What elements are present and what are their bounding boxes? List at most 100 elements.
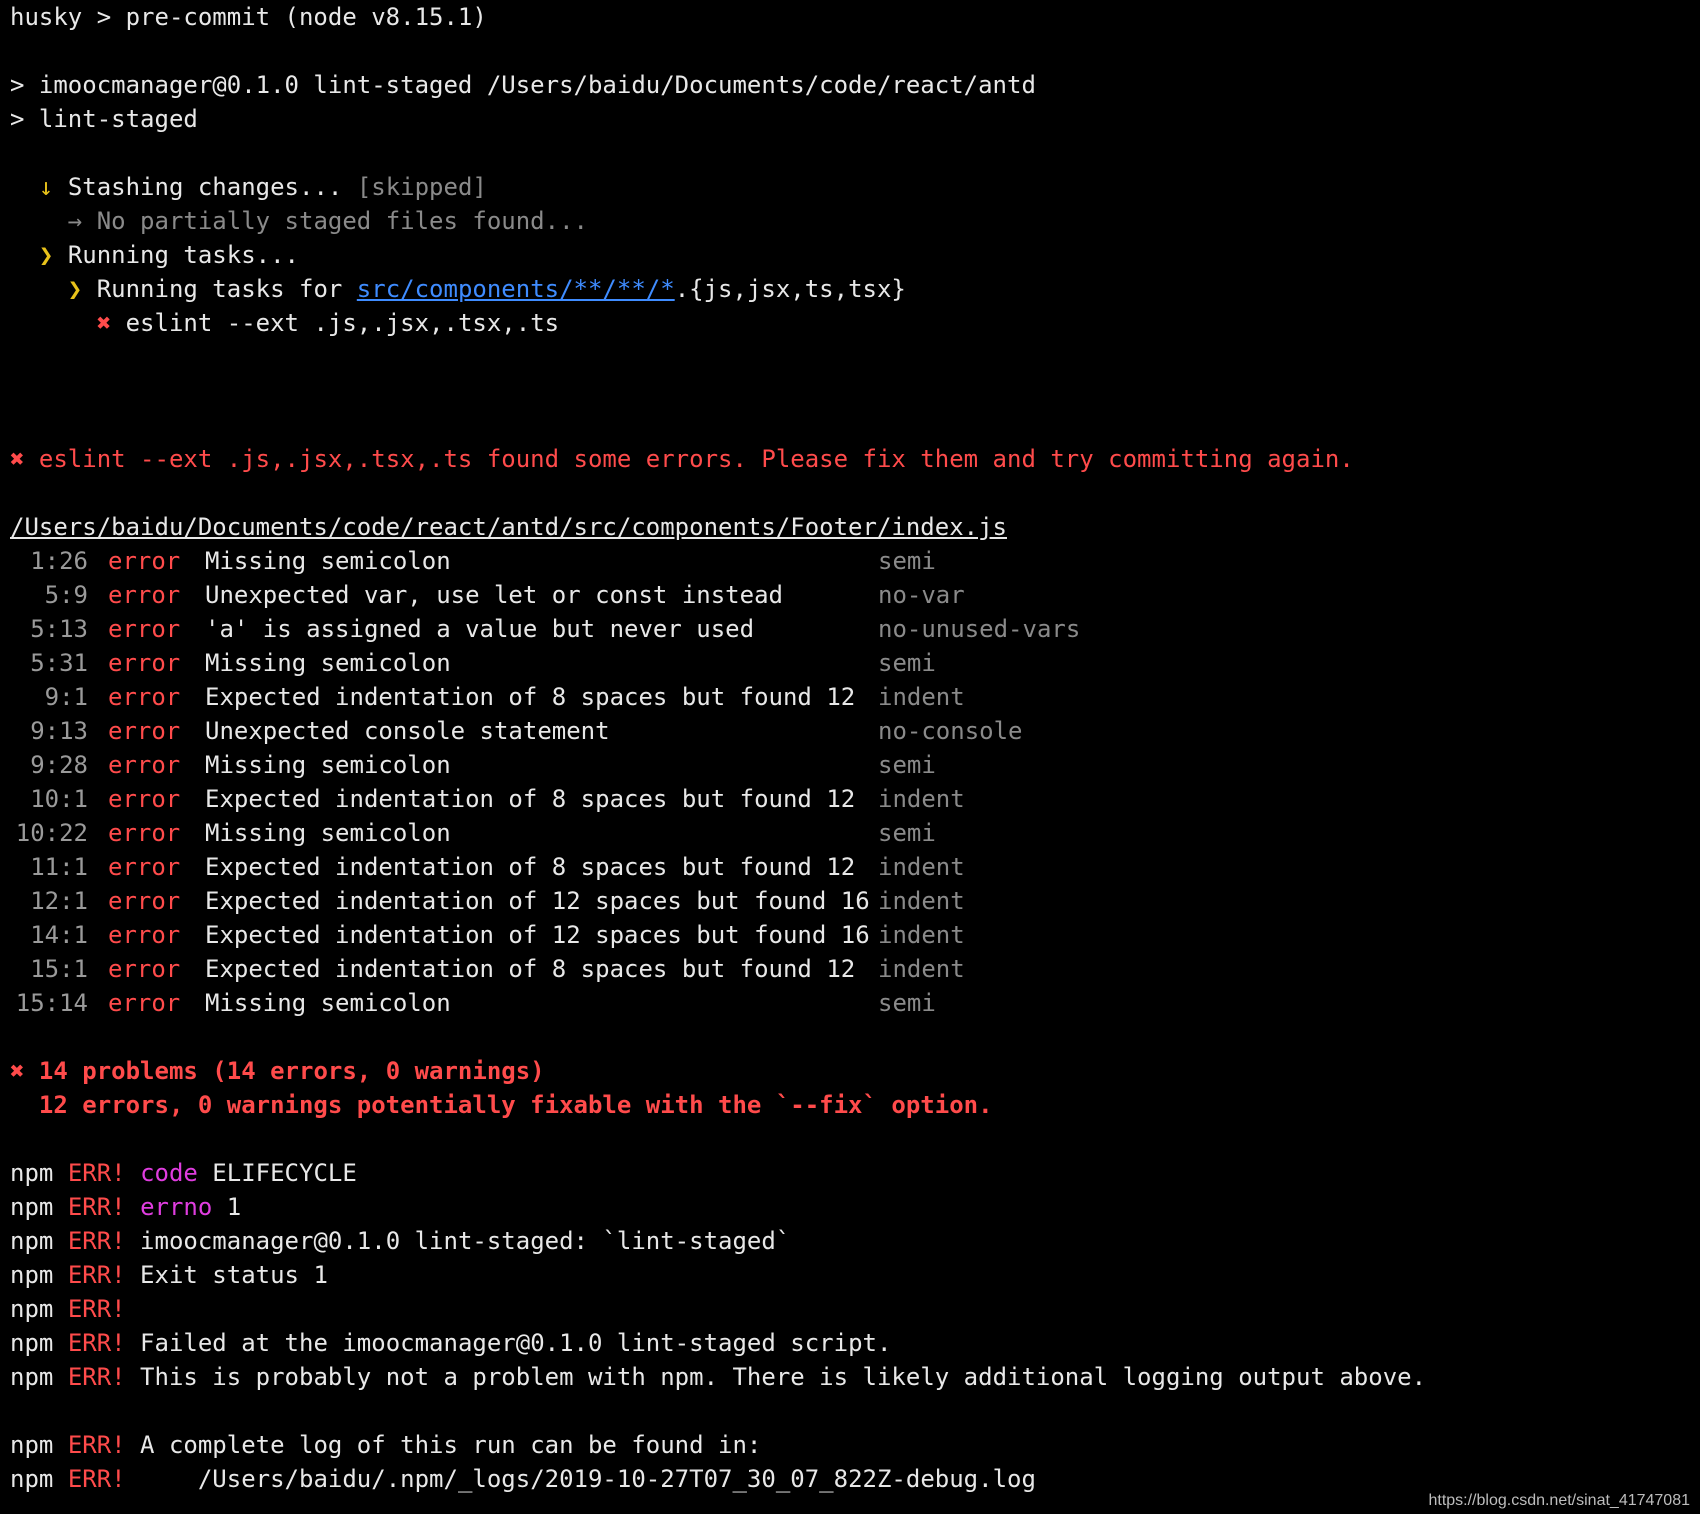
error-rule: no-unused-vars	[878, 615, 1081, 643]
problems-count: 14 problems (14 errors, 0 warnings)	[38, 1057, 545, 1085]
npm-prefix: npm	[10, 1363, 54, 1391]
npm-prefix: npm	[10, 1465, 54, 1493]
error-severity: error	[108, 751, 181, 779]
npm-err-text: imoocmanager@0.1.0 lint-staged: `lint-st…	[125, 1227, 791, 1255]
npm-log-line: npm ERR! This is probably not a problem …	[10, 1360, 1690, 1394]
npm-err-tag: ERR!	[67, 1431, 126, 1459]
npm-err-tag: ERR!	[67, 1295, 126, 1323]
error-rule: semi	[878, 751, 936, 779]
error-severity: error	[108, 819, 181, 847]
error-severity: error	[108, 785, 181, 813]
error-severity: error	[108, 887, 181, 915]
npm-log-line: npm ERR! /Users/baidu/.npm/_logs/2019-10…	[10, 1462, 1690, 1496]
file-path-link[interactable]: /Users/baidu/Documents/code/react/antd/s…	[10, 513, 1007, 541]
npm-log-line: npm ERR! errno 1	[10, 1190, 1690, 1224]
npm-log-line: npm ERR! A complete log of this run can …	[10, 1428, 1690, 1462]
file-path-line: /Users/baidu/Documents/code/react/antd/s…	[10, 510, 1690, 544]
stash-line: ↓ Stashing changes... [skipped]	[10, 170, 1690, 204]
error-list: 1:26 error Missing semicolon semi 5:9 error Un…	[10, 544, 1690, 1020]
npm-err-key: errno	[140, 1193, 213, 1221]
error-rule: no-console	[878, 717, 1023, 745]
stash-text: Stashing changes...	[67, 173, 343, 201]
error-rule: indent	[878, 683, 965, 711]
npm-prefix: npm	[10, 1193, 54, 1221]
error-severity: error	[108, 547, 181, 575]
cross-icon: ✖	[10, 445, 25, 473]
table-row: 10:22 error Missing semicolon semi	[10, 816, 1690, 850]
error-message: Expected indentation of 8 spaces but fou…	[205, 785, 856, 813]
error-rule: indent	[878, 921, 965, 949]
error-location: 11:1	[30, 853, 88, 881]
command-line: > lint-staged	[10, 105, 198, 133]
error-location: 14:1	[30, 921, 88, 949]
error-message: Expected indentation of 8 spaces but fou…	[205, 683, 856, 711]
error-location: 10:22	[15, 819, 88, 847]
command-line: > imoocmanager@0.1.0 lint-staged /Users/…	[10, 71, 1036, 99]
npm-err-text: 1	[212, 1193, 242, 1221]
error-message: Missing semicolon	[205, 751, 451, 779]
table-row: 5:9 error Unexpected var, use let or const…	[10, 578, 1690, 612]
error-location: 5:9	[44, 581, 88, 609]
error-rule: indent	[878, 955, 965, 983]
error-location: 5:31	[30, 649, 88, 677]
error-location: 9:13	[30, 717, 88, 745]
npm-err-tag: ERR!	[67, 1465, 126, 1493]
glob-suffix: .{js,jsx,ts,tsx}	[674, 275, 906, 303]
error-severity: error	[108, 989, 181, 1017]
error-severity: error	[108, 615, 181, 643]
error-location: 15:1	[30, 955, 88, 983]
error-location: 15:14	[15, 989, 88, 1017]
table-row: 15:14 error Missing semicolon semi	[10, 986, 1690, 1020]
eslint-task-line: ✖ eslint --ext .js,.jsx,.tsx,.ts	[10, 306, 1690, 340]
error-severity: error	[108, 955, 181, 983]
table-row: 14:1 error Expected indentation of 12 spac…	[10, 918, 1690, 952]
table-row: 5:31 error Missing semicolon semi	[10, 646, 1690, 680]
error-severity: error	[108, 921, 181, 949]
terminal-output: husky > pre-commit (node v8.15.1) > imoo…	[10, 0, 1690, 1496]
error-message: Missing semicolon	[205, 547, 451, 575]
error-rule: semi	[878, 649, 936, 677]
npm-log-line: npm ERR! Failed at the imoocmanager@0.1.…	[10, 1326, 1690, 1360]
watermark: https://blog.csdn.net/sinat_41747081	[1428, 1492, 1690, 1509]
down-arrow-icon: ↓	[38, 173, 54, 201]
npm-err-text: Failed at the imoocmanager@0.1.0 lint-st…	[125, 1329, 892, 1357]
error-message: Expected indentation of 12 spaces but fo…	[205, 887, 870, 915]
eslint-summary-text: eslint --ext .js,.jsx,.tsx,.ts found som…	[38, 445, 1354, 473]
npm-prefix: npm	[10, 1159, 54, 1187]
cross-icon: ✖	[96, 309, 112, 337]
glob-link[interactable]: src/components/**/**/*	[357, 275, 675, 303]
npm-log-line: npm ERR!	[10, 1292, 1690, 1326]
npm-log-line: npm ERR! imoocmanager@0.1.0 lint-staged:…	[10, 1224, 1690, 1258]
error-rule: semi	[878, 547, 936, 575]
error-rule: no-var	[878, 581, 965, 609]
error-message: Missing semicolon	[205, 649, 451, 677]
chevron-right-icon: ❯	[38, 241, 54, 269]
npm-err-text: This is probably not a problem with npm.…	[125, 1363, 1427, 1391]
table-row: 11:1 error Expected indentation of 8 space…	[10, 850, 1690, 884]
error-message: Expected indentation of 8 spaces but fou…	[205, 853, 856, 881]
error-severity: error	[108, 683, 181, 711]
right-arrow-icon: →	[67, 207, 83, 235]
error-message: Expected indentation of 12 spaces but fo…	[205, 921, 870, 949]
eslint-summary-line: ✖ eslint --ext .js,.jsx,.tsx,.ts found s…	[10, 442, 1690, 476]
no-partial-line: → No partially staged files found...	[10, 204, 1690, 238]
npm-err-tag: ERR!	[67, 1261, 126, 1289]
error-message: 'a' is assigned a value but never used	[205, 615, 755, 643]
error-severity: error	[108, 717, 181, 745]
problems-line: ✖ 14 problems (14 errors, 0 warnings)	[10, 1054, 1690, 1088]
error-rule: indent	[878, 853, 965, 881]
error-location: 10:1	[30, 785, 88, 813]
eslint-command: eslint --ext .js,.jsx,.tsx,.ts	[125, 309, 560, 337]
error-message: Missing semicolon	[205, 819, 451, 847]
npm-err-tag: ERR!	[67, 1227, 126, 1255]
table-row: 5:13 error 'a' is assigned a value but nev…	[10, 612, 1690, 646]
error-rule: semi	[878, 989, 936, 1017]
running-line: ❯ Running tasks...	[10, 238, 1690, 272]
error-location: 12:1	[30, 887, 88, 915]
